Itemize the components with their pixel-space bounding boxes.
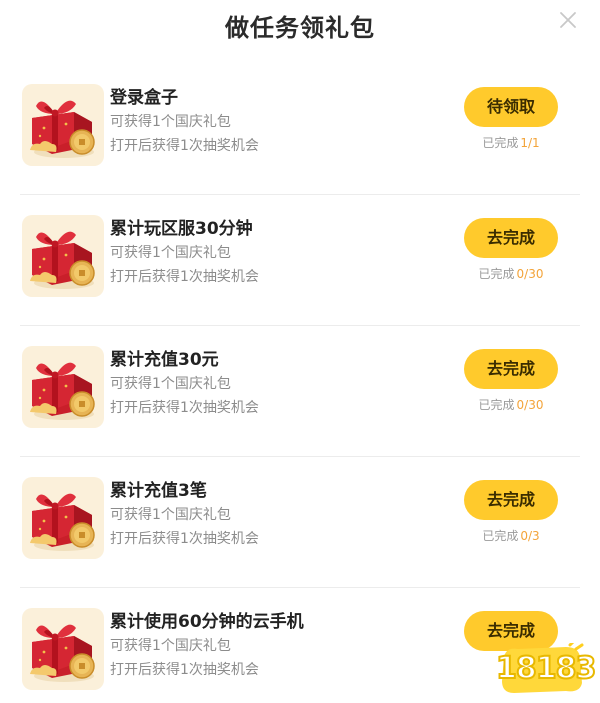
task-info: 累计使用60分钟的云手机 可获得1个国庆礼包 打开后获得1次抽奖机会 (110, 610, 304, 682)
gift-box-icon (22, 608, 104, 690)
task-reward: 可获得1个国庆礼包 (110, 638, 231, 654)
task-list: 登录盒子 可获得1个国庆礼包 打开后获得1次抽奖机会 待领取 已完成 1/1 累计… (0, 64, 600, 703)
dialog-title: 做任务领礼包 (225, 14, 375, 42)
task-chance: 打开后获得1次抽奖机会 (110, 531, 259, 547)
go-complete-button[interactable]: 去完成 (464, 480, 558, 520)
progress-label: 已完成 (482, 529, 519, 543)
task-gift-dialog: 做任务领礼包 登录盒子 可获得1个国庆礼包 打开后获得1次抽奖机会 待领取 已完… (0, 0, 600, 703)
task-progress: 已完成 1/1 (464, 134, 558, 151)
gift-box-icon (22, 477, 104, 559)
task-info: 累计充值30元 可获得1个国庆礼包 打开后获得1次抽奖机会 (110, 348, 259, 420)
task-name: 登录盒子 (110, 88, 178, 108)
progress-value: 0/30 (516, 398, 544, 412)
task-item: 累计充值30元 可获得1个国庆礼包 打开后获得1次抽奖机会 去完成 已完成 0/3… (20, 326, 580, 457)
watermark-logo: 18183 (495, 643, 597, 695)
task-info: 累计充值3笔 可获得1个国庆礼包 打开后获得1次抽奖机会 (110, 479, 259, 551)
task-reward: 可获得1个国庆礼包 (110, 376, 231, 392)
progress-label: 已完成 (478, 398, 515, 412)
progress-value: 1/1 (520, 136, 540, 150)
watermark-text: 18183 (495, 650, 597, 687)
task-item: 登录盒子 可获得1个国庆礼包 打开后获得1次抽奖机会 待领取 已完成 1/1 (20, 64, 580, 195)
task-chance: 打开后获得1次抽奖机会 (110, 400, 259, 416)
close-icon[interactable] (558, 10, 578, 30)
progress-label: 已完成 (478, 267, 515, 281)
task-chance: 打开后获得1次抽奖机会 (110, 269, 259, 285)
gift-box-icon (22, 215, 104, 297)
task-name: 累计充值3笔 (110, 481, 207, 501)
task-name: 累计使用60分钟的云手机 (110, 612, 304, 632)
progress-label: 已完成 (482, 136, 519, 150)
task-reward: 可获得1个国庆礼包 (110, 245, 231, 261)
task-info: 累计玩区服30分钟 可获得1个国庆礼包 打开后获得1次抽奖机会 (110, 217, 259, 289)
go-complete-button[interactable]: 去完成 (464, 218, 558, 258)
task-progress: 已完成 0/3 (464, 527, 558, 544)
progress-value: 0/3 (520, 529, 540, 543)
task-reward: 可获得1个国庆礼包 (110, 114, 231, 130)
task-progress: 已完成 0/30 (464, 396, 558, 413)
task-item: 累计玩区服30分钟 可获得1个国庆礼包 打开后获得1次抽奖机会 去完成 已完成 0… (20, 195, 580, 326)
task-name: 累计玩区服30分钟 (110, 219, 253, 239)
task-chance: 打开后获得1次抽奖机会 (110, 138, 259, 154)
go-complete-button[interactable]: 去完成 (464, 349, 558, 389)
task-chance: 打开后获得1次抽奖机会 (110, 662, 259, 678)
task-item: 累计充值3笔 可获得1个国庆礼包 打开后获得1次抽奖机会 去完成 已完成 0/3 (20, 457, 580, 588)
gift-box-icon (22, 346, 104, 428)
dialog-header: 做任务领礼包 (0, 0, 600, 60)
task-name: 累计充值30元 (110, 350, 219, 370)
task-reward: 可获得1个国庆礼包 (110, 507, 231, 523)
task-info: 登录盒子 可获得1个国庆礼包 打开后获得1次抽奖机会 (110, 86, 259, 158)
progress-value: 0/30 (516, 267, 544, 281)
claim-button[interactable]: 待领取 (464, 87, 558, 127)
task-progress: 已完成 0/30 (464, 265, 558, 282)
gift-box-icon (22, 84, 104, 166)
